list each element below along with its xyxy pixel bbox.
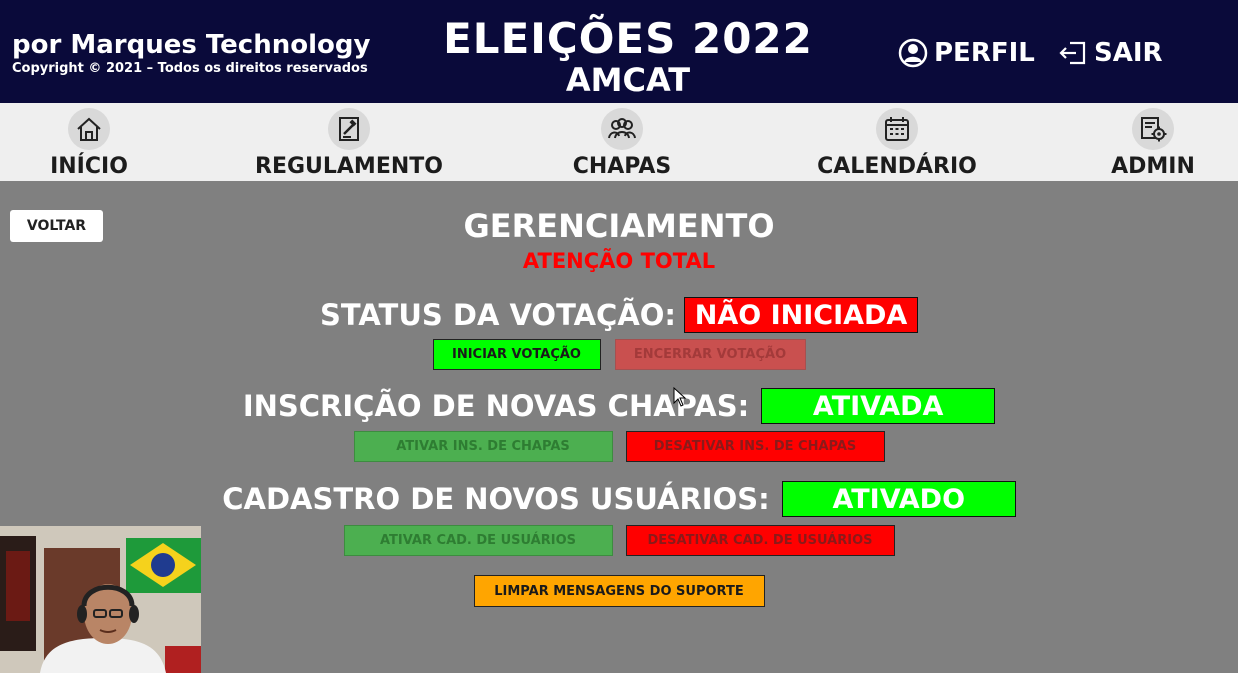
users-registration-badge: ATIVADO [781,481,1016,517]
home-icon [68,108,110,150]
group-icon [601,108,643,150]
copyright-text: Copyright © 2021 – Todos os direitos res… [12,61,368,76]
top-header: por Marques Technology Copyright © 2021 … [0,0,1238,103]
nav-item-regulamento[interactable]: REGULAMENTO [250,103,448,181]
app-subtitle: AMCAT [565,61,691,99]
webcam-overlay [0,526,201,673]
nav-item-chapas[interactable]: CHAPAS [568,103,676,181]
start-voting-button[interactable]: INICIAR VOTAÇÃO [432,339,601,370]
voting-status-row: STATUS DA VOTAÇÃO: NÃO INICIADA [0,297,1238,333]
profile-button[interactable]: PERFIL [898,36,1035,70]
users-registration-label: CADASTRO DE NOVOS USUÁRIOS: [222,482,770,516]
page-title: GERENCIAMENTO [463,207,775,245]
voting-status-badge: NÃO INICIADA [684,297,919,333]
main-nav: INÍCIO REGULAMENTO CHAPAS CALENDÁRIO ADM… [0,103,1238,181]
logout-button[interactable]: SAIR [1058,36,1163,70]
voting-status-label: STATUS DA VOTAÇÃO: [319,298,677,332]
app-title-block: ELEIÇÕES 2022 AMCAT [400,14,856,99]
brand-block: por Marques Technology Copyright © 2021 … [12,30,370,77]
disable-slates-button[interactable]: DESATIVAR INS. DE CHAPAS [625,431,885,462]
app-title: ELEIÇÕES 2022 [443,14,813,63]
profile-label: PERFIL [934,38,1035,68]
voting-buttons: INICIAR VOTAÇÃO ENCERRAR VOTAÇÃO [0,339,1238,370]
enable-slates-button[interactable]: ATIVAR INS. DE CHAPAS [353,431,613,462]
clear-support-messages-button[interactable]: LIMPAR MENSAGENS DO SUPORTE [473,575,765,607]
brand-name: por Marques Technology [12,30,371,60]
nav-item-inicio[interactable]: INÍCIO [40,103,138,181]
nav-label: REGULAMENTO [255,154,443,179]
gavel-document-icon [328,108,370,150]
slates-registration-badge: ATIVADA [761,388,996,424]
nav-label: ADMIN [1111,154,1195,179]
mouse-cursor-icon [673,387,687,407]
logout-icon [1059,41,1086,65]
nav-item-calendario[interactable]: CALENDÁRIO [812,103,982,181]
slates-registration-row: INSCRIÇÃO DE NOVAS CHAPAS: ATIVADA [0,388,1238,424]
logout-label: SAIR [1094,38,1163,68]
user-icon [898,38,928,68]
nav-label: CALENDÁRIO [817,154,977,179]
enable-users-button[interactable]: ATIVAR CAD. DE USUÁRIOS [343,525,613,556]
warning-text: ATENÇÃO TOTAL [522,249,716,273]
users-registration-row: CADASTRO DE NOVOS USUÁRIOS: ATIVADO [0,481,1238,517]
disable-users-button[interactable]: DESATIVAR CAD. DE USUÁRIOS [625,525,895,556]
nav-label: CHAPAS [572,154,672,179]
admin-settings-icon [1132,108,1174,150]
calendar-icon [876,108,918,150]
nav-label: INÍCIO [50,154,128,179]
nav-item-admin[interactable]: ADMIN [1106,103,1200,181]
slates-buttons: ATIVAR INS. DE CHAPAS DESATIVAR INS. DE … [0,431,1238,462]
end-voting-button[interactable]: ENCERRAR VOTAÇÃO [614,339,806,370]
